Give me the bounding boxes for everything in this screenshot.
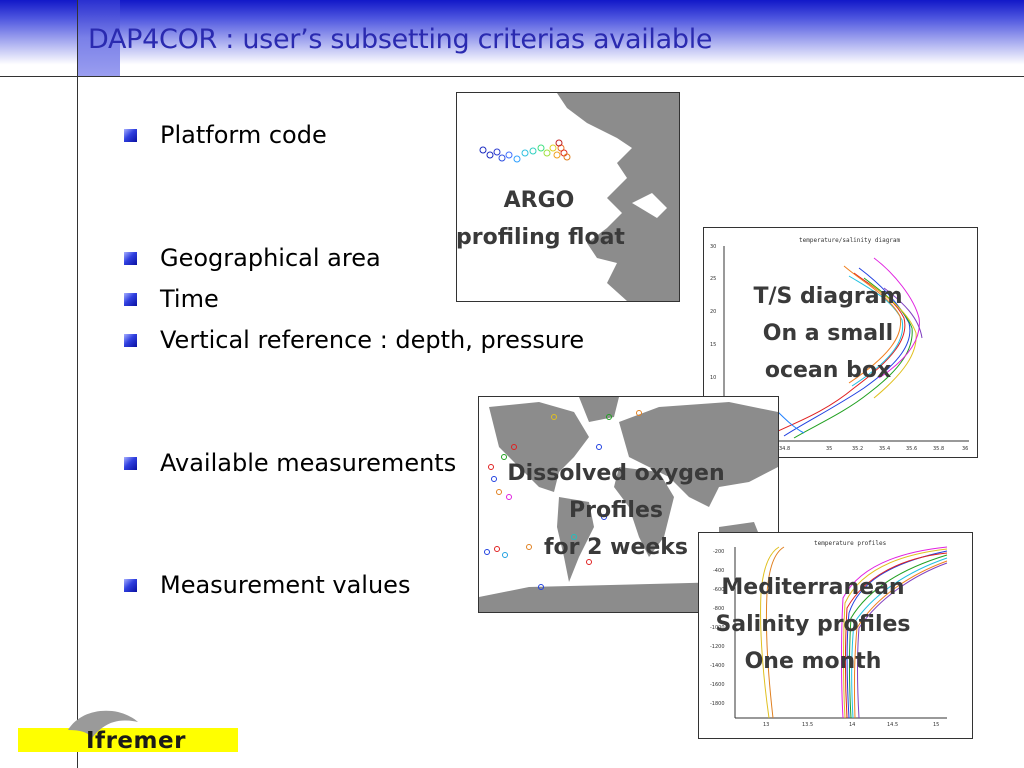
bullet-square-icon xyxy=(124,251,137,265)
bullet-square-icon xyxy=(124,128,137,142)
argo-caption: ARGO profiling float xyxy=(456,182,625,256)
svg-text:34.8: 34.8 xyxy=(779,446,790,452)
bullet-text: Geographical area xyxy=(160,244,381,272)
bullet-square-icon xyxy=(124,292,137,306)
salinity-caption-line: Salinity profiles xyxy=(715,612,911,637)
bullet-item: Available measurements xyxy=(124,449,456,477)
svg-text:35.6: 35.6 xyxy=(906,446,917,452)
bullet-square-icon xyxy=(124,333,137,347)
svg-text:35.8: 35.8 xyxy=(933,446,944,452)
svg-text:15: 15 xyxy=(710,342,716,348)
svg-text:35.4: 35.4 xyxy=(879,446,890,452)
bullet-item: Measurement values xyxy=(124,571,410,599)
bullet-text: Vertical reference : depth, pressure xyxy=(160,326,585,354)
salinity-caption: Mediterranean Salinity profiles One mont… xyxy=(706,569,920,680)
svg-text:15: 15 xyxy=(933,722,939,728)
bullet-text: Platform code xyxy=(160,121,327,149)
bullet-text: Measurement values xyxy=(160,571,411,599)
svg-text:14: 14 xyxy=(849,722,855,728)
argo-caption-line: profiling float xyxy=(456,225,625,250)
oxygen-caption-line: Dissolved oxygen xyxy=(507,461,725,486)
argo-caption-line: ARGO xyxy=(503,188,575,213)
oxygen-caption: Dissolved oxygen Profiles for 2 weeks xyxy=(498,455,734,566)
ts-caption-line: T/S diagram xyxy=(753,284,903,309)
bullet-text: Time xyxy=(160,285,219,313)
bullet-square-icon xyxy=(124,578,137,592)
oxygen-caption-line: Profiles xyxy=(569,498,663,523)
slide-title: DAP4COR : user’s subsetting criterias av… xyxy=(88,24,713,55)
bullet-item: Platform code xyxy=(124,121,327,149)
bullet-item: Time xyxy=(124,285,219,313)
svg-text:35.2: 35.2 xyxy=(852,446,863,452)
svg-text:35: 35 xyxy=(826,446,832,452)
header-divider xyxy=(0,76,1024,77)
ts-caption: T/S diagram On a small ocean box xyxy=(733,278,923,389)
logo-text: Ifremer xyxy=(86,728,186,754)
svg-text:10: 10 xyxy=(710,375,716,381)
svg-text:-1800: -1800 xyxy=(710,701,725,707)
bullet-item: Geographical area xyxy=(124,244,381,272)
left-vertical-rule xyxy=(77,0,78,768)
oxygen-caption-line: for 2 weeks xyxy=(543,535,689,560)
bullet-square-icon xyxy=(124,456,137,470)
svg-text:36: 36 xyxy=(962,446,968,452)
bullet-item: Vertical reference : depth, pressure xyxy=(124,326,584,354)
svg-text:25: 25 xyxy=(710,276,716,282)
salinity-plot-title: temperature profiles xyxy=(814,540,887,547)
svg-text:14.5: 14.5 xyxy=(887,722,898,728)
svg-text:13.5: 13.5 xyxy=(802,722,813,728)
svg-text:30: 30 xyxy=(710,244,716,250)
svg-text:20: 20 xyxy=(710,309,716,315)
ts-caption-line: On a small xyxy=(762,321,894,346)
svg-text:-1600: -1600 xyxy=(710,682,725,688)
salinity-caption-line: One month xyxy=(744,649,882,674)
bullet-text: Available measurements xyxy=(160,449,457,477)
svg-text:13: 13 xyxy=(763,722,769,728)
ts-plot-title: temperature/salinity diagram xyxy=(799,237,901,244)
ts-caption-line: ocean box xyxy=(764,358,892,383)
salinity-caption-line: Mediterranean xyxy=(721,575,905,600)
